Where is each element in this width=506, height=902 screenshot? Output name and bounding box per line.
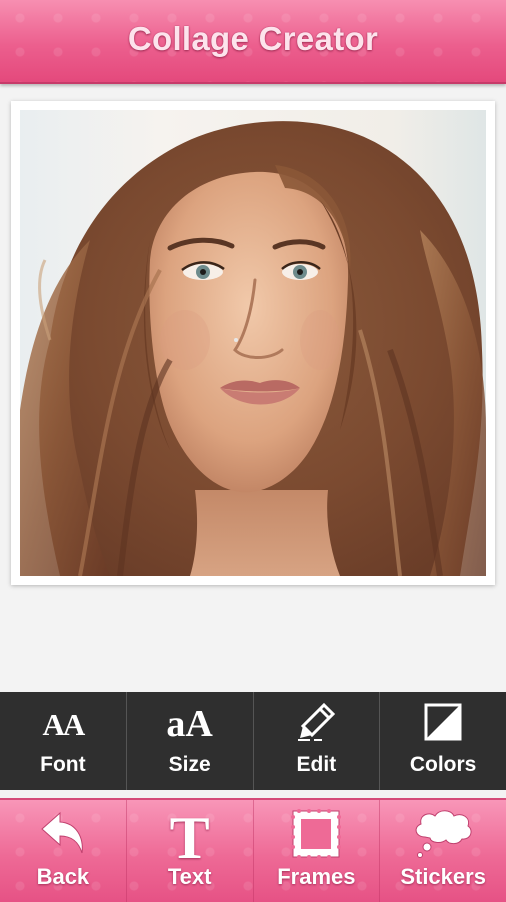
portrait-photo[interactable] bbox=[20, 110, 486, 576]
app-title: Collage Creator bbox=[127, 20, 379, 57]
portrait-image bbox=[20, 110, 486, 576]
text-label: Text bbox=[167, 864, 212, 889]
colors-button[interactable]: Colors bbox=[380, 692, 506, 790]
font-glyph: AA bbox=[42, 707, 85, 742]
back-label: Back bbox=[36, 864, 90, 889]
frames-label: Frames bbox=[277, 864, 356, 889]
text-button[interactable]: T Text bbox=[127, 800, 254, 902]
pencil-icon bbox=[296, 692, 336, 752]
text-t-icon: T bbox=[170, 800, 210, 868]
speech-bubble-icon bbox=[411, 800, 475, 868]
edit-button[interactable]: Edit bbox=[254, 692, 381, 790]
app-header: Collage Creator bbox=[0, 0, 506, 84]
font-label: Font bbox=[40, 753, 86, 776]
size-button[interactable]: aA Size bbox=[127, 692, 254, 790]
photo-frame[interactable] bbox=[11, 101, 495, 585]
back-arrow-icon bbox=[36, 800, 90, 868]
frame-icon bbox=[289, 800, 343, 868]
back-button[interactable]: Back bbox=[0, 800, 127, 902]
text-size-icon: aA bbox=[166, 692, 212, 752]
font-icon: AA bbox=[42, 692, 85, 752]
stickers-button[interactable]: Stickers bbox=[380, 800, 506, 902]
stickers-label: Stickers bbox=[400, 864, 486, 889]
frames-button[interactable]: Frames bbox=[254, 800, 381, 902]
contrast-icon bbox=[424, 692, 462, 752]
size-glyph: aA bbox=[166, 703, 213, 745]
size-label: Size bbox=[168, 753, 211, 776]
edit-label: Edit bbox=[296, 753, 337, 776]
edit-toolbar: AA Font aA Size Edit Colors bbox=[0, 692, 506, 790]
bottom-nav: Back T Text Frames Stickers bbox=[0, 798, 506, 902]
font-button[interactable]: AA Font bbox=[0, 692, 127, 790]
text-t-glyph: T bbox=[169, 805, 210, 871]
colors-label: Colors bbox=[409, 753, 477, 776]
